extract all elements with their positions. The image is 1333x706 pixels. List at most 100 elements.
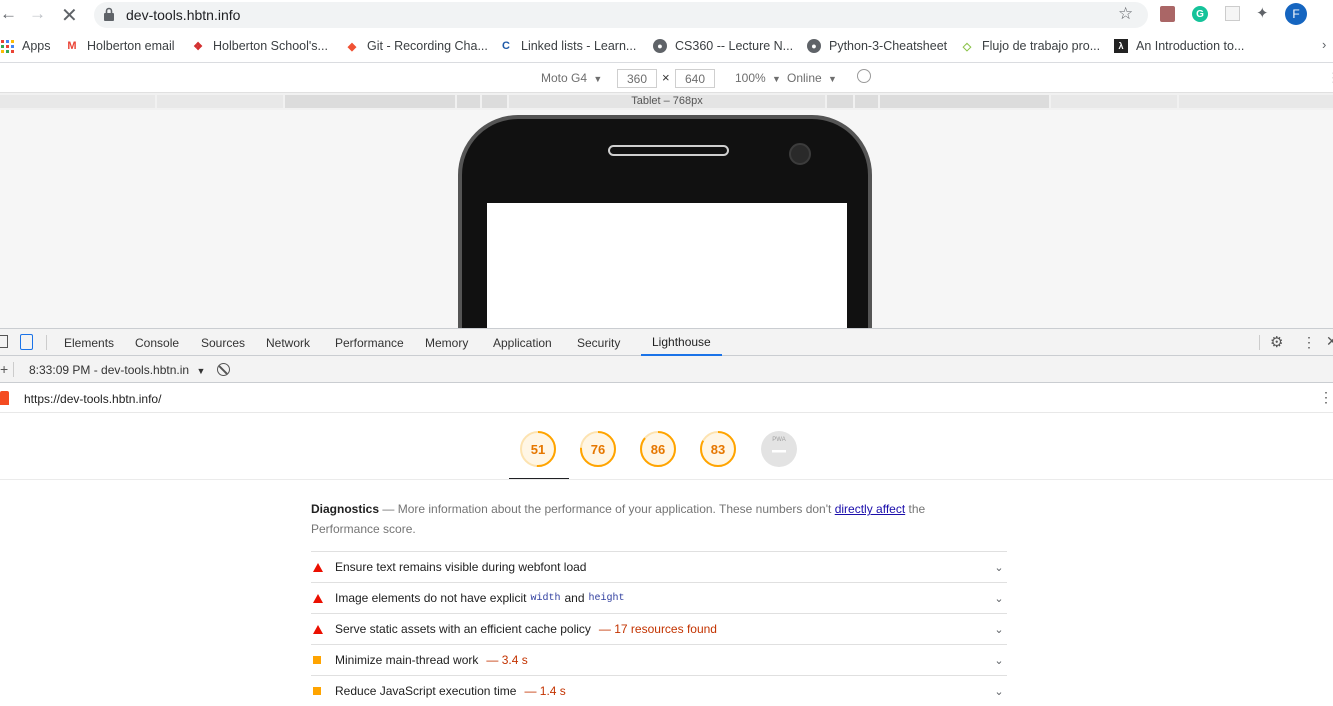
profile-avatar[interactable]: F [1285,3,1307,25]
score-gauge-accessibility[interactable]: 76 [579,430,617,468]
tab-lighthouse[interactable]: Lighthouse [641,329,722,356]
report-menu-icon[interactable]: ⋮ [1319,389,1333,406]
more-options-icon[interactable]: ⋮ [1302,334,1316,351]
report-select[interactable]: 8:33:09 PM - dev-tools.hbtn.in ▼ [29,363,205,377]
media-query-segment[interactable] [457,95,480,108]
settings-gear-icon[interactable]: ⚙ [1270,333,1283,351]
media-query-segment[interactable] [285,95,455,108]
address-url: dev-tools.hbtn.info [126,7,241,23]
chevron-down-icon[interactable]: ⌄ [993,592,1005,605]
average-square-icon [311,687,335,695]
lambda-icon: λ [1114,39,1128,53]
bookmark-cs360[interactable]: ● CS360 -- Lecture N... [653,37,793,55]
close-devtools-icon[interactable]: ✕ [1326,333,1333,350]
chevron-down-icon[interactable]: ⌄ [993,623,1005,636]
zoom-select[interactable]: 100% ▼ [735,71,781,85]
zoom-value: 100% [735,71,766,85]
inspect-element-icon[interactable] [0,335,8,348]
score-gauge-performance[interactable]: 51 [519,430,557,468]
tab-performance[interactable]: Performance [335,329,404,356]
device-toolbar: Moto G4 ▼ 360 × 640 100% ▼ Online ▼ ⋮ [0,64,1333,93]
clear-reports-icon[interactable] [217,363,230,376]
gauge-value: 86 [650,441,666,457]
gauge-value: 51 [530,441,546,457]
bookmark-git[interactable]: ◆ Git - Recording Cha... [345,37,488,55]
address-bar[interactable]: dev-tools.hbtn.info ☆ [94,2,1148,28]
chevron-down-icon[interactable]: ⌄ [993,561,1005,574]
media-query-segment[interactable] [827,95,853,108]
diagnostics-title: Diagnostics [311,502,380,516]
tab-network[interactable]: Network [266,329,310,356]
grammarly-extension-icon[interactable]: G [1192,6,1208,22]
audit-and: and [564,591,585,605]
pdf-extension-icon[interactable] [1160,6,1175,22]
tab-memory[interactable]: Memory [425,329,468,356]
chevron-down-icon[interactable]: ⌄ [993,685,1005,698]
bookmarks-overflow-icon[interactable]: › [1322,37,1326,52]
apps-grid-icon [0,39,14,53]
bookmark-apps[interactable]: Apps [0,37,51,55]
puzzle-extensions-icon[interactable]: ✦ [1256,4,1269,22]
fail-triangle-icon [311,593,335,603]
media-query-segment[interactable] [157,95,283,108]
media-query-segment[interactable] [855,95,878,108]
rotate-icon[interactable] [857,69,871,83]
tab-application[interactable]: Application [493,329,552,356]
extension-icon[interactable] [1225,6,1240,21]
width-input[interactable]: 360 [617,69,657,88]
forward-arrow-icon[interactable]: → [29,4,47,24]
dropdown-arrow-icon: ▼ [828,74,837,84]
audit-row[interactable]: Minimize main-thread work — 3.4 s ⌄ [311,644,1007,675]
new-report-icon[interactable]: + [0,361,8,377]
tab-elements[interactable]: Elements [64,329,114,356]
media-query-segment[interactable] [0,95,155,108]
audit-row[interactable]: Ensure text remains visible during webfo… [311,551,1007,582]
media-query-segment[interactable] [1051,95,1177,108]
gauge-value: 83 [710,441,726,457]
chevron-down-icon[interactable]: ⌄ [993,654,1005,667]
score-gauge-seo[interactable]: 83 [699,430,737,468]
audit-title: Minimize main-thread work [335,653,479,667]
diagnostics-description: Diagnostics — More information about the… [311,499,971,539]
bookmark-label: CS360 -- Lecture N... [675,39,794,53]
diagnostics-text-before: More information about the performance o… [397,502,832,516]
device-toggle-icon[interactable] [20,334,33,350]
tab-console[interactable]: Console [135,329,179,356]
bookmark-label: Apps [22,39,51,53]
bookmark-flujo-de-trabajo[interactable]: ◇ Flujo de trabajo pro... [960,37,1100,55]
tab-divider [13,362,14,377]
bookmark-python-cheatsheet[interactable]: ● Python-3-Cheatsheet [807,37,947,55]
audit-row[interactable]: Image elements do not have explicit widt… [311,582,1007,613]
device-viewport [0,110,1333,328]
audit-code-width: width [530,592,561,604]
bookmark-introduction[interactable]: λ An Introduction to... [1114,37,1244,55]
media-query-segment[interactable] [880,95,1049,108]
bookmark-label: Git - Recording Cha... [367,39,488,53]
star-bookmark-icon[interactable]: ☆ [1118,4,1133,24]
bookmark-holberton-school[interactable]: ❖ Holberton School's... [191,37,328,55]
media-query-segment[interactable] [482,95,507,108]
phone-screen[interactable] [487,203,847,328]
fail-triangle-icon [311,562,335,572]
lighthouse-logo-icon [0,391,9,405]
tab-sources[interactable]: Sources [201,329,245,356]
device-select[interactable]: Moto G4 ▼ [541,71,602,85]
audit-row[interactable]: Serve static assets with an efficient ca… [311,613,1007,644]
score-gauge-best-practices[interactable]: 86 [639,430,677,468]
score-gauge-pwa[interactable]: PWA [760,430,798,468]
more-options-icon[interactable]: ⋮ [1327,70,1333,86]
height-input[interactable]: 640 [675,69,715,88]
throttle-select[interactable]: Online ▼ [787,71,837,85]
report-url[interactable]: https://dev-tools.hbtn.info/ [24,392,161,406]
directly-affect-link[interactable]: directly affect [835,502,905,516]
phone-camera [789,143,811,165]
audit-row[interactable]: Reduce JavaScript execution time — 1.4 s… [311,675,1007,706]
bookmark-linked-lists[interactable]: C Linked lists - Learn... [499,37,636,55]
back-arrow-icon[interactable]: ← [0,4,17,24]
audit-title: Serve static assets with an efficient ca… [335,622,591,636]
stop-loading-icon[interactable]: ✕ [61,3,79,27]
media-query-segment[interactable] [1179,95,1333,108]
tab-security[interactable]: Security [577,329,620,356]
bookmark-label: An Introduction to... [1136,39,1245,53]
bookmark-holberton-email[interactable]: M Holberton email [65,37,174,55]
